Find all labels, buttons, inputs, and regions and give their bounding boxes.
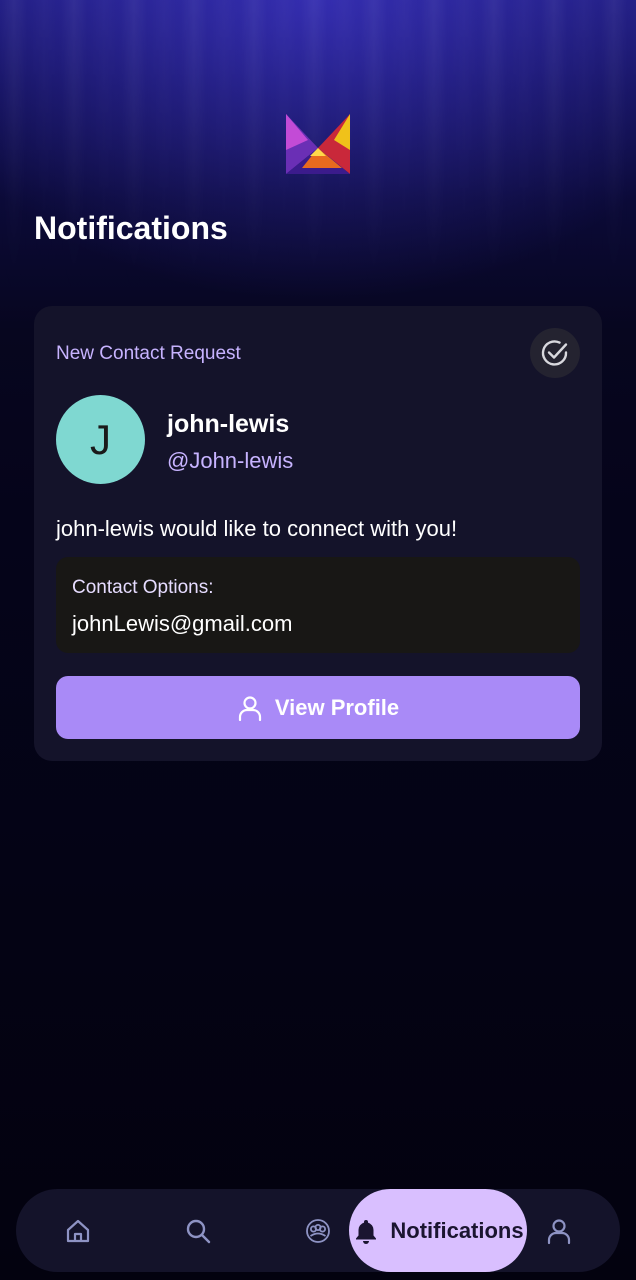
profile-icon bbox=[545, 1217, 573, 1245]
user-name: john-lewis bbox=[167, 410, 290, 438]
user-icon bbox=[237, 695, 263, 721]
nav-profile[interactable] bbox=[527, 1189, 591, 1272]
contact-options-box: Contact Options: johnLewis@gmail.com bbox=[56, 557, 580, 653]
nav-community[interactable] bbox=[286, 1189, 350, 1272]
search-icon bbox=[184, 1217, 212, 1245]
view-profile-button[interactable]: View Profile bbox=[56, 676, 580, 739]
avatar: J bbox=[56, 395, 145, 484]
nav-notifications[interactable]: Notifications bbox=[349, 1189, 527, 1272]
community-icon bbox=[304, 1217, 332, 1245]
bottom-navigation: Notifications bbox=[16, 1189, 620, 1272]
home-icon bbox=[64, 1217, 92, 1245]
notification-card: New Contact Request J john-lewis @John-l… bbox=[34, 306, 602, 761]
check-circle-icon bbox=[540, 338, 570, 368]
view-profile-label: View Profile bbox=[274, 694, 400, 720]
nav-search[interactable] bbox=[166, 1189, 230, 1272]
page-title: Notifications bbox=[34, 210, 228, 246]
avatar-initial: J bbox=[90, 415, 111, 463]
notification-message: john-lewis would like to connect with yo… bbox=[56, 516, 458, 541]
contact-options-label: Contact Options: bbox=[72, 577, 214, 598]
contact-email: johnLewis@gmail.com bbox=[72, 611, 293, 636]
app-logo-icon bbox=[282, 110, 354, 178]
user-handle: @John-lewis bbox=[167, 448, 294, 473]
bell-icon bbox=[352, 1217, 380, 1245]
nav-home[interactable] bbox=[46, 1189, 110, 1272]
nav-notifications-label: Notifications bbox=[390, 1217, 524, 1243]
notification-type-label: New Contact Request bbox=[56, 343, 241, 364]
mark-read-button[interactable] bbox=[530, 328, 580, 378]
